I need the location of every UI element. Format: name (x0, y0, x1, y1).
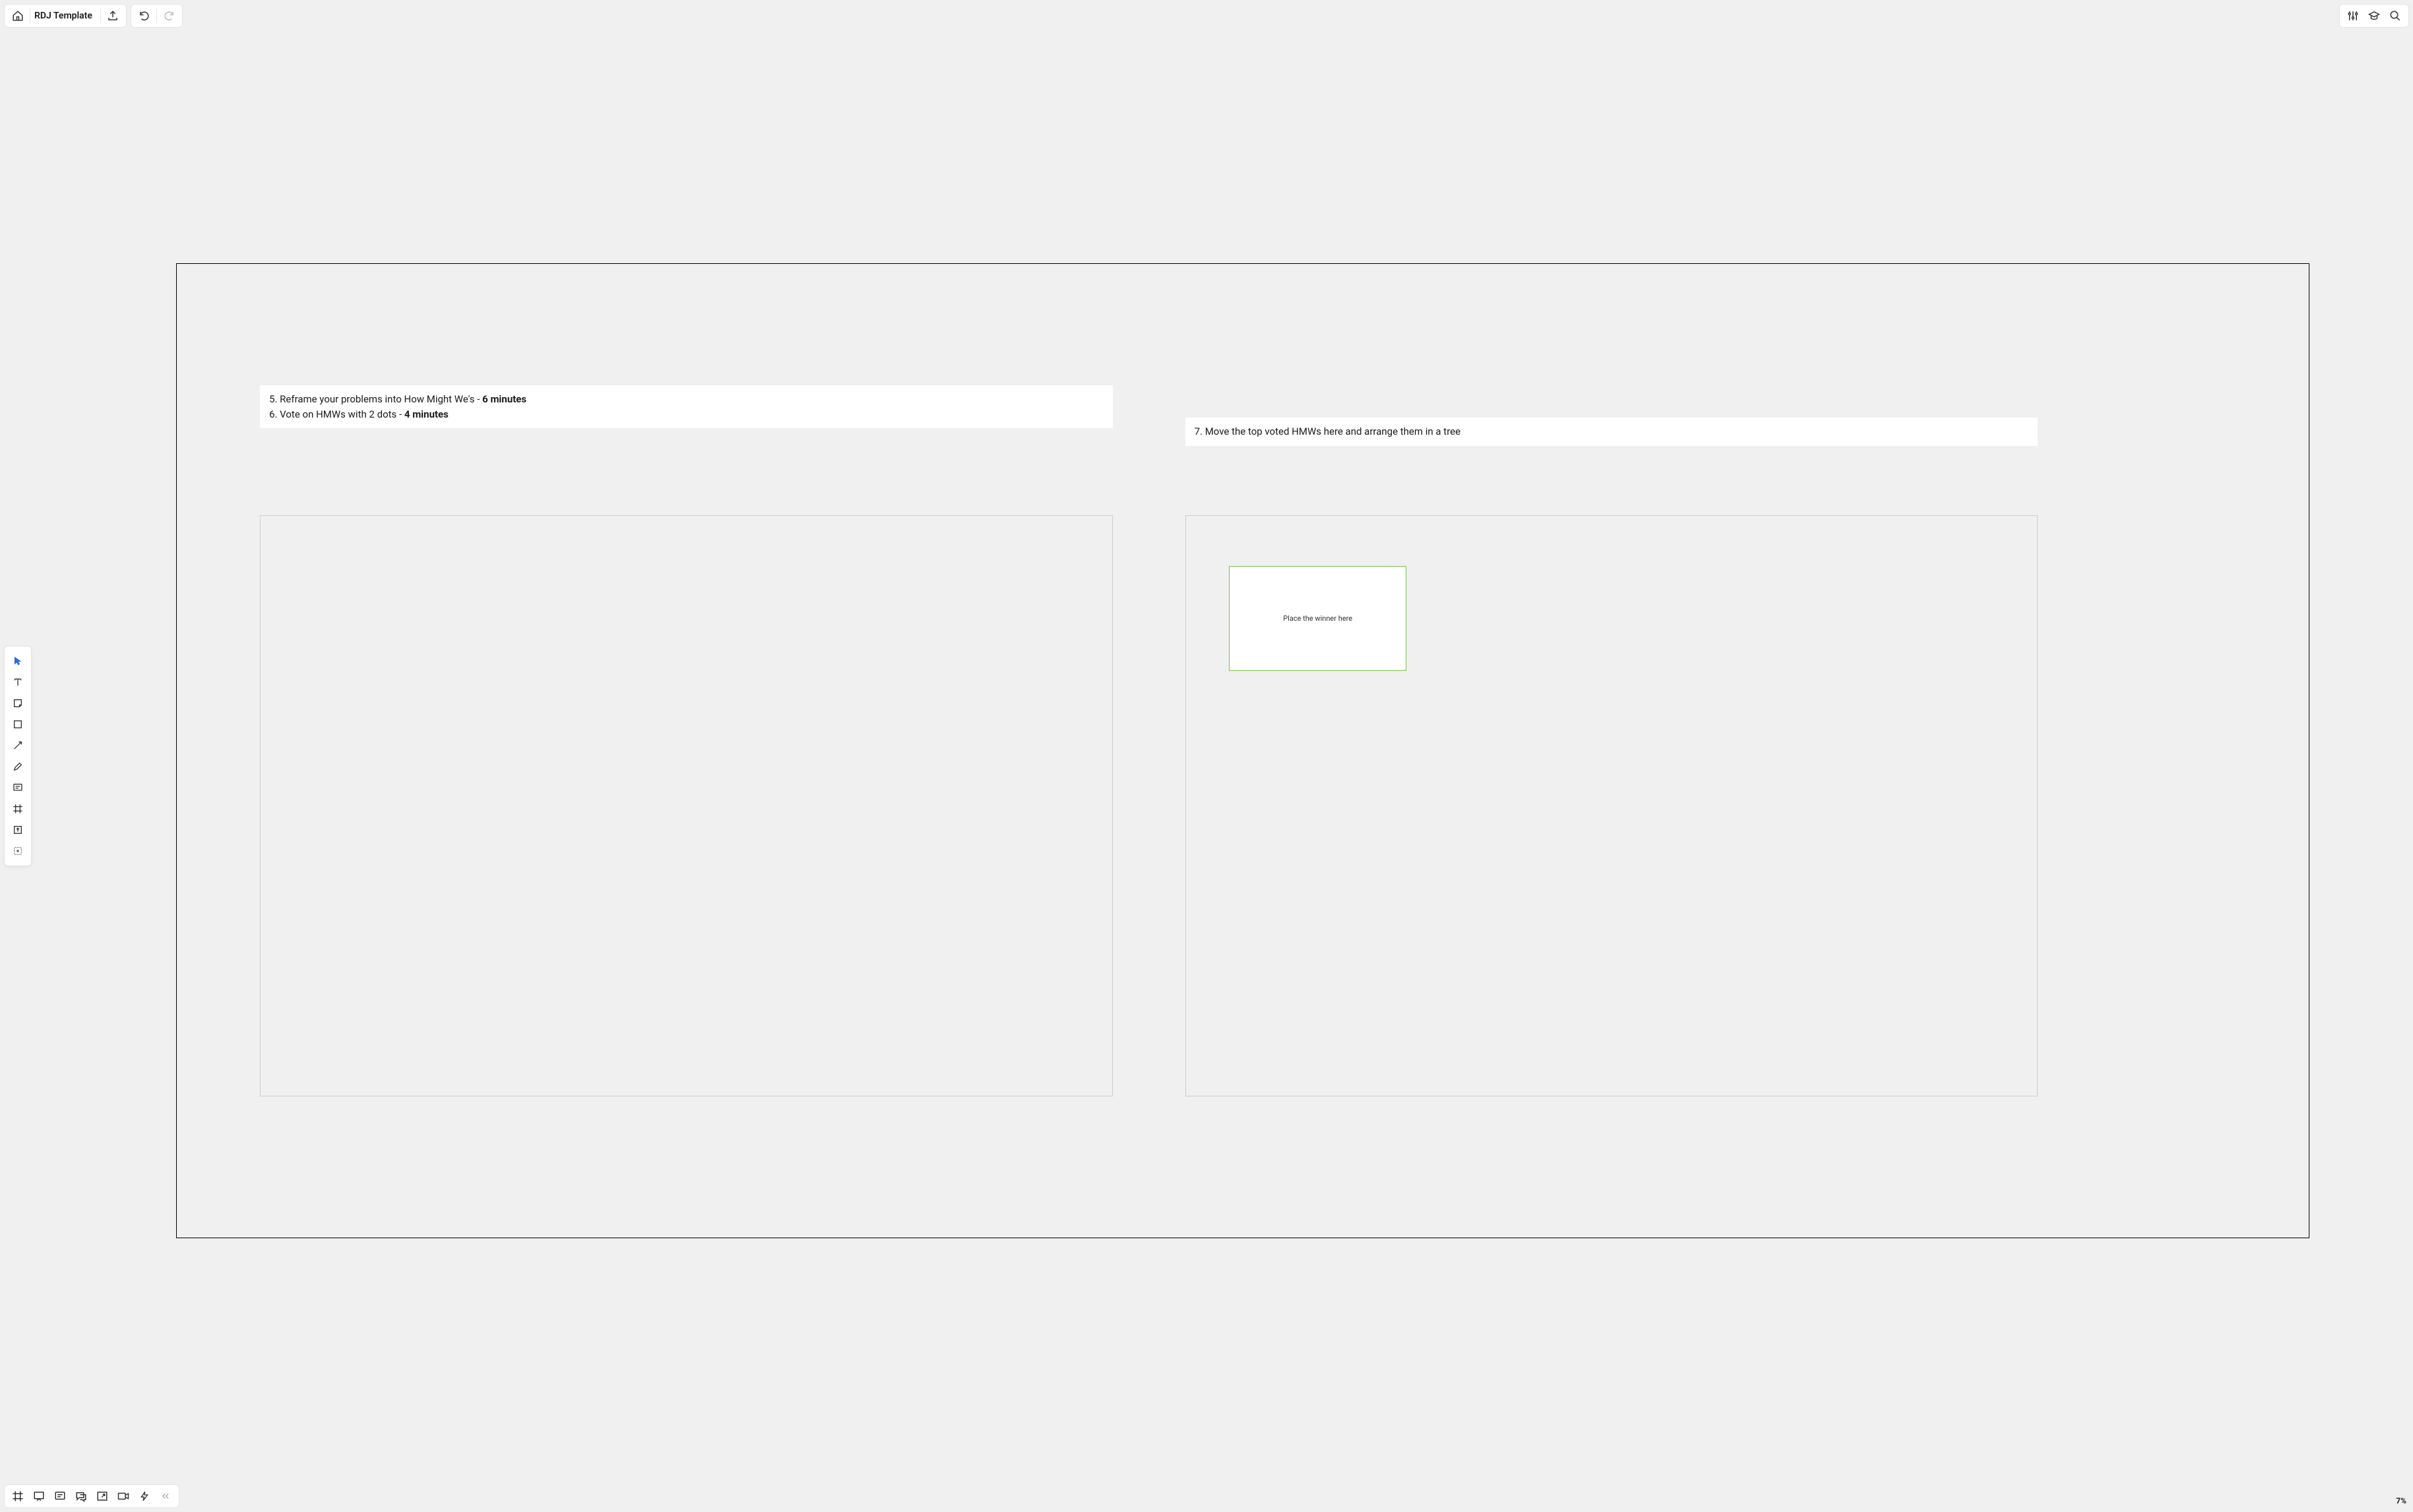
comments-panel-button[interactable] (51, 1486, 69, 1507)
comment-tool[interactable] (6, 777, 30, 798)
zoom-level[interactable]: 7% (2396, 1496, 2406, 1505)
undo-button[interactable] (134, 5, 155, 26)
canvas-frame[interactable]: 5. Reframe your problems into How Might … (176, 263, 2309, 1238)
settings-toolbar-group (2339, 4, 2409, 28)
instruction-line-2: 6. Vote on HMWs with 2 dots - 4 minutes (269, 407, 1104, 422)
history-toolbar-group (131, 4, 183, 28)
home-button[interactable] (7, 5, 28, 26)
frame-tool[interactable] (6, 798, 30, 819)
work-area-left[interactable] (260, 515, 1113, 1096)
text-tool[interactable] (6, 672, 30, 693)
instruction-line-1-bold: 6 minutes (482, 393, 526, 405)
chat-button[interactable] (72, 1486, 90, 1507)
toolbar-divider (100, 9, 101, 23)
connection-line-tool[interactable] (6, 735, 30, 756)
instruction-line-1-prefix: 5. Reframe your problems into How Might … (269, 393, 482, 405)
redo-button[interactable] (158, 5, 179, 26)
sticky-note-tool[interactable] (6, 693, 30, 714)
screen-share-button[interactable] (93, 1486, 111, 1507)
left-toolbox (4, 646, 32, 866)
board-title[interactable]: RDJ Template (32, 11, 99, 21)
more-tools-button[interactable] (6, 840, 30, 862)
instruction-box-right[interactable]: 7. Move the top voted HMWs here and arra… (1185, 418, 2038, 446)
instruction-box-left[interactable]: 5. Reframe your problems into How Might … (260, 385, 1113, 428)
shape-tool[interactable] (6, 714, 30, 735)
bottom-left-toolbar (4, 1484, 179, 1508)
main-toolbar-group: RDJ Template (4, 4, 127, 28)
pen-tool[interactable] (6, 756, 30, 777)
instruction-line-2-prefix: 6. Vote on HMWs with 2 dots - (269, 408, 404, 420)
search-button[interactable] (2385, 5, 2406, 26)
winner-placeholder-box[interactable]: Place the winner here (1229, 566, 1406, 671)
learning-center-button[interactable] (2364, 5, 2385, 26)
top-right-toolbar (2339, 4, 2409, 28)
instruction-line-2-bold: 4 minutes (404, 408, 449, 420)
collapse-toolbar-button[interactable] (156, 1486, 175, 1507)
settings-button[interactable] (2342, 5, 2364, 26)
presentation-button[interactable] (30, 1486, 48, 1507)
toolbar-divider (156, 9, 157, 23)
video-chat-button[interactable] (114, 1486, 133, 1507)
upload-tool[interactable] (6, 819, 30, 840)
select-tool[interactable] (6, 650, 30, 672)
frames-panel-button[interactable] (9, 1486, 27, 1507)
top-left-toolbar: RDJ Template (4, 4, 183, 28)
work-area-right[interactable]: Place the winner here (1185, 515, 2038, 1096)
activities-button[interactable] (135, 1486, 154, 1507)
export-button[interactable] (102, 5, 123, 26)
instruction-line-1: 5. Reframe your problems into How Might … (269, 392, 1104, 407)
